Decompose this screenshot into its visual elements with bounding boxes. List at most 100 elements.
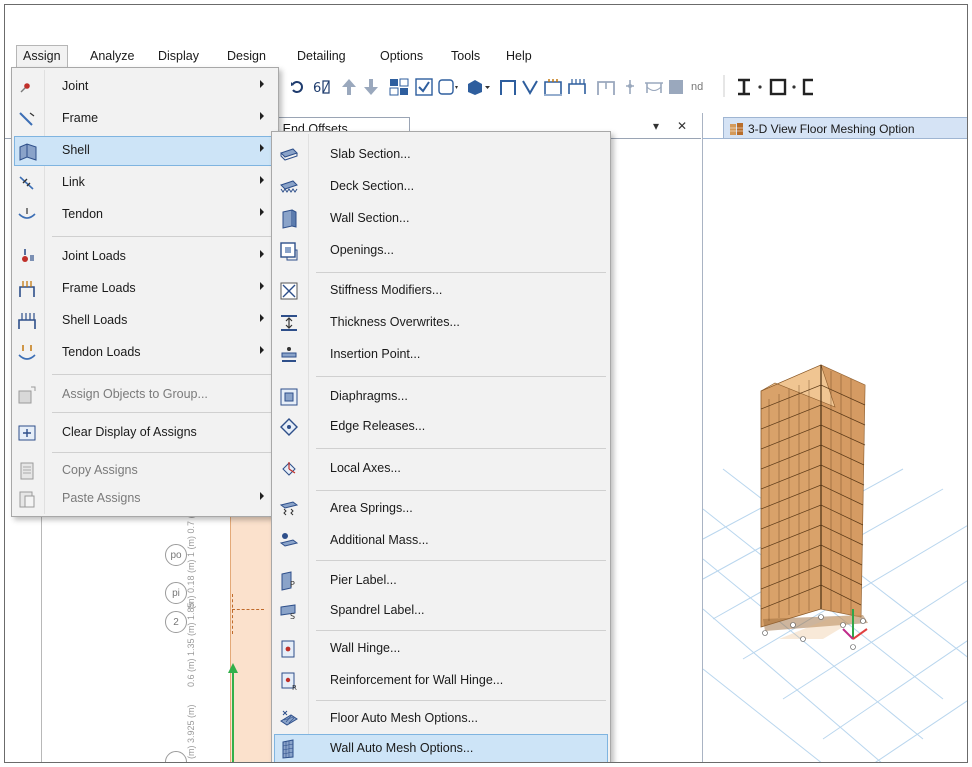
menu-design[interactable]: Design: [227, 49, 266, 63]
grid-bubble-po[interactable]: po: [165, 544, 187, 566]
i-beam-icon[interactable]: [733, 77, 755, 97]
assign-menu-item-joint[interactable]: Joint: [14, 72, 276, 102]
shell-item-thickness-overwrites[interactable]: Thickness Overwrites...: [274, 308, 608, 338]
shell-item-insertion-point[interactable]: Insertion Point...: [274, 340, 608, 370]
3d-view-pane: 3-D View Floor Meshing Option: [702, 113, 968, 763]
pier-label-icon: P: [278, 570, 300, 592]
menu-options[interactable]: Options: [380, 49, 423, 63]
menu-separator: [316, 490, 606, 491]
channel-section-icon[interactable]: [801, 77, 815, 97]
joint-icon: [16, 76, 38, 98]
assign-menu-item-copy-assigns[interactable]: Copy Assigns: [14, 456, 276, 486]
tab-3d-title: 3-D View Floor Meshing Option: [748, 122, 915, 136]
grid-bubble-2[interactable]: 2: [165, 611, 187, 633]
shell-item-wall-hinge[interactable]: Wall Hinge...: [274, 634, 608, 664]
assign-menu-item-clear-display[interactable]: Clear Display of Assigns: [14, 418, 276, 448]
additional-mass-icon: [278, 530, 300, 552]
assign-menu-item-joint-loads[interactable]: Joint Loads: [14, 242, 276, 272]
menu-item-label: Floor Auto Mesh Options...: [330, 711, 478, 725]
redo-icon[interactable]: [287, 77, 307, 97]
tab-3d-view[interactable]: 3-D View Floor Meshing Option: [723, 117, 967, 139]
shell-item-wall-auto-mesh[interactable]: Wall Auto Mesh Options...: [274, 734, 608, 762]
submenu-arrow-icon: [260, 250, 264, 258]
stiffness-modifiers-icon: [278, 280, 300, 302]
assign-menu-item-tendon-loads[interactable]: Tendon Loads: [14, 338, 276, 368]
menu-analyze[interactable]: Analyze: [90, 49, 134, 63]
wall-section-icon: [278, 208, 300, 230]
assign-menu-item-link[interactable]: Link: [14, 168, 276, 198]
shell-item-floor-auto-mesh[interactable]: Floor Auto Mesh Options...: [274, 704, 608, 734]
joint-loads-icon: [16, 246, 38, 268]
shell-item-local-axes[interactable]: Local Axes...: [274, 454, 608, 484]
shell-item-additional-mass[interactable]: Additional Mass...: [274, 526, 608, 556]
menu-item-label: Shell: [62, 143, 90, 157]
shell-item-area-springs[interactable]: Area Springs...: [274, 494, 608, 524]
assign-menu-item-frame[interactable]: Frame: [14, 104, 276, 134]
rotate-3d-icon[interactable]: 6: [311, 77, 333, 97]
shell-item-stiffness-modifiers[interactable]: Stiffness Modifiers...: [274, 276, 608, 306]
menu-item-label: Paste Assigns: [62, 491, 141, 505]
tendon-view-icon[interactable]: [643, 77, 665, 97]
assign-menu-item-shell[interactable]: Shell: [14, 136, 278, 166]
3d-model-canvas[interactable]: [703, 139, 968, 763]
menu-item-label: Clear Display of Assigns: [62, 425, 197, 439]
menu-detailing[interactable]: Detailing: [297, 49, 346, 63]
object-icon[interactable]: [436, 77, 460, 97]
clear-display-icon: [16, 422, 38, 444]
tendon-icon: [16, 204, 38, 226]
menu-separator: [316, 700, 606, 701]
pane-dropdown-icon[interactable]: ▾: [653, 119, 659, 133]
brace-icon[interactable]: [520, 77, 540, 97]
shell-submenu: Slab Section... Deck Section... Wall Sec…: [271, 131, 611, 762]
menu-item-label: Copy Assigns: [62, 463, 138, 477]
cube-view-icon[interactable]: [464, 77, 492, 97]
menu-tools[interactable]: Tools: [451, 49, 480, 63]
grid-bubble-pi[interactable]: pi: [165, 582, 187, 604]
dropdown-arrow-icon[interactable]: [755, 77, 765, 97]
dropdown-arrow-icon-2[interactable]: [789, 77, 799, 97]
box-section-icon[interactable]: [767, 77, 789, 97]
assign-menu-item-frame-loads[interactable]: Frame Loads: [14, 274, 276, 304]
joint-assign-icon[interactable]: [621, 77, 639, 97]
link-view-icon[interactable]: [595, 77, 617, 97]
menu-assign[interactable]: Assign: [16, 45, 68, 67]
menu-item-label: Tendon: [62, 207, 104, 221]
edge-releases-icon: [278, 416, 300, 438]
menu-item-label: Deck Section...: [330, 179, 415, 193]
move-up-icon[interactable]: [339, 77, 359, 97]
shell-item-spandrel-label[interactable]: S Spandrel Label...: [274, 596, 608, 626]
slab-section-icon: [278, 144, 300, 166]
svg-text:6: 6: [313, 81, 321, 96]
select-icon[interactable]: [388, 77, 410, 97]
frame-view-icon[interactable]: [498, 77, 518, 97]
shell-loads-icon[interactable]: [566, 77, 588, 97]
shell-item-openings[interactable]: Openings...: [274, 236, 608, 266]
frame-loads-icon[interactable]: [542, 77, 564, 97]
wall-edge-2: [232, 594, 234, 634]
assign-menu-item-shell-loads[interactable]: Shell Loads: [14, 306, 276, 336]
green-axis-icon: [228, 663, 238, 762]
shell-item-diaphragms[interactable]: Diaphragms...: [274, 382, 608, 412]
assign-menu-item-group[interactable]: Assign Objects to Group...: [14, 380, 276, 410]
shell-item-deck-section[interactable]: Deck Section...: [274, 172, 608, 202]
submenu-arrow-icon: [260, 314, 264, 322]
assign-menu-item-tendon[interactable]: Tendon: [14, 200, 276, 230]
assign-menu-item-paste-assigns[interactable]: Paste Assigns: [14, 484, 276, 514]
menu-item-label: Additional Mass...: [330, 533, 429, 547]
checkbox-icon[interactable]: [414, 77, 434, 97]
grey-block-icon[interactable]: [667, 77, 685, 97]
shell-item-edge-releases[interactable]: Edge Releases...: [274, 412, 608, 442]
menu-separator: [316, 448, 606, 449]
grid-bubble-1[interactable]: [165, 751, 187, 762]
menu-separator: [52, 412, 274, 413]
pane-close-icon[interactable]: ✕: [677, 119, 687, 133]
shell-item-pier-label[interactable]: P Pier Label...: [274, 566, 608, 596]
menu-separator: [316, 376, 606, 377]
menu-item-label: Wall Section...: [330, 211, 410, 225]
menu-help[interactable]: Help: [506, 49, 532, 63]
shell-item-wall-section[interactable]: Wall Section...: [274, 204, 608, 234]
move-down-icon[interactable]: [361, 77, 381, 97]
shell-item-reinforcement-wall-hinge[interactable]: R Reinforcement for Wall Hinge...: [274, 666, 608, 696]
shell-item-slab-section[interactable]: Slab Section...: [274, 140, 608, 170]
menu-display[interactable]: Display: [158, 49, 199, 63]
